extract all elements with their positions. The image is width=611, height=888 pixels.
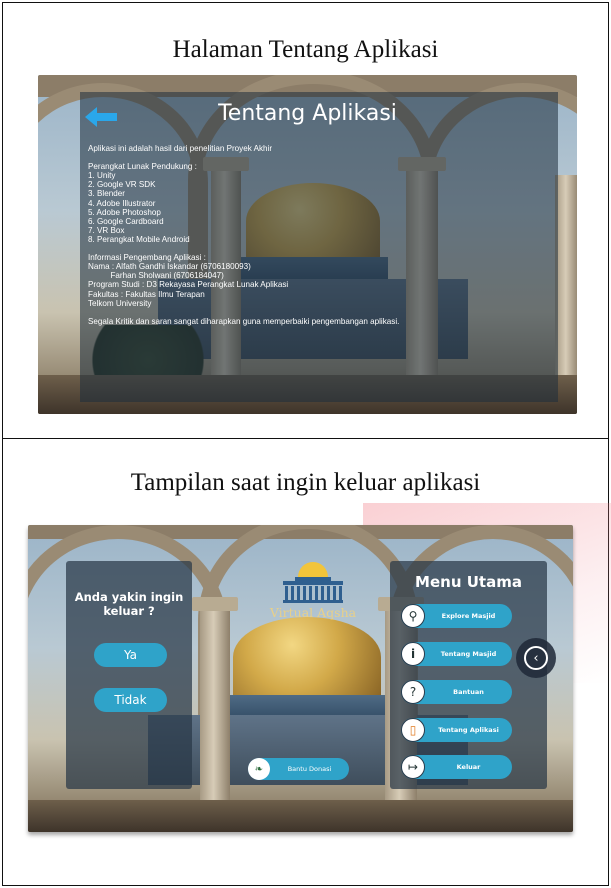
menu-item-explore-masjid[interactable]: ⚲ Explore Masjid (401, 604, 512, 628)
info-icon: i (401, 642, 425, 666)
menu-item-label: Tentang Aplikasi (438, 726, 499, 734)
phone-icon: ▯ (401, 718, 425, 742)
search-icon: ⚲ (401, 604, 425, 628)
about-app-screenshot: Tentang Aplikasi Aplikasi ini adalah has… (38, 75, 577, 414)
exit-question: Anda yakin ingin keluar ? (74, 590, 184, 618)
yes-button[interactable]: Ya (94, 643, 167, 667)
menu-item-tentang-aplikasi[interactable]: ▯ Tentang Aplikasi (401, 718, 512, 742)
menu-item-label: Tentang Masjid (440, 650, 497, 658)
menu-item-bantuan[interactable]: ? Bantuan (401, 680, 512, 704)
donation-button[interactable]: ❧ Bantu Donasi (248, 758, 349, 780)
app-logo: Virtual Aqsha (253, 553, 373, 628)
exit-app-screenshot: Anda yakin ingin keluar ? Ya Tidak Virtu… (28, 525, 573, 832)
donation-hand-icon: ❧ (248, 758, 270, 780)
logo-text: Virtual Aqsha (269, 605, 357, 620)
menu-item-tentang-masjid[interactable]: i Tentang Masjid (401, 642, 512, 666)
about-title: Tentang Aplikasi (218, 101, 397, 126)
exit-icon: ↦ (401, 755, 425, 779)
table-row-divider (3, 438, 608, 439)
help-icon: ? (401, 680, 425, 704)
menu-item-label: Bantuan (453, 688, 484, 696)
menu-collapse-button[interactable]: ‹ (516, 638, 556, 678)
about-body-text: Aplikasi ini adalah hasil dari penelitia… (88, 144, 400, 326)
caption-about-page: Halaman Tentang Aplikasi (172, 36, 439, 63)
document-table: Halaman Tentang Aplikasi Tentang Aplikas… (2, 2, 611, 886)
donation-label: Bantu Donasi (287, 765, 332, 773)
main-menu-panel: Menu Utama ⚲ Explore Masjid i Tentang Ma… (390, 561, 547, 789)
no-button[interactable]: Tidak (94, 688, 167, 712)
menu-title: Menu Utama (415, 573, 522, 591)
menu-item-keluar[interactable]: ↦ Keluar (401, 755, 512, 779)
mosque-logo-icon (283, 562, 343, 603)
exit-confirm-dialog: Anda yakin ingin keluar ? Ya Tidak (66, 561, 192, 789)
chevron-left-icon: ‹ (524, 646, 548, 670)
menu-item-label: Explore Masjid (441, 612, 496, 620)
caption-exit-page: Tampilan saat ingin keluar aplikasi (130, 469, 481, 496)
menu-item-label: Keluar (456, 763, 481, 771)
